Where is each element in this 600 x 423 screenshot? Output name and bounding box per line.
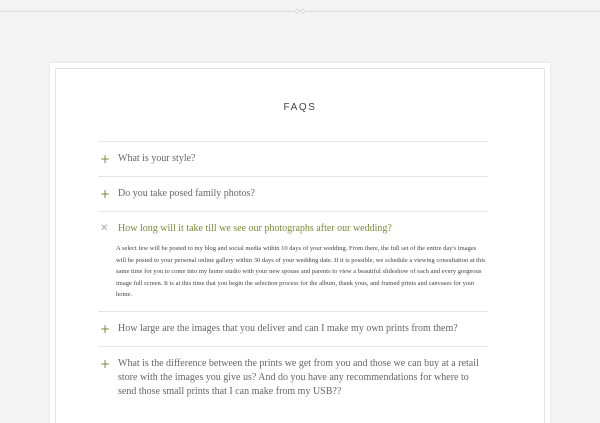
- faq-question[interactable]: How large are the images that you delive…: [118, 322, 458, 336]
- plus-icon[interactable]: +: [100, 187, 114, 201]
- faq-card: FAQS + What is your style? + Do you take…: [50, 63, 550, 423]
- faq-question-row[interactable]: ✕ How long will it take till we see our …: [98, 212, 488, 246]
- faq-question[interactable]: What is the difference between the print…: [118, 357, 488, 399]
- faq-title: FAQS: [283, 102, 317, 113]
- faq-question[interactable]: How long will it take till we see our ph…: [118, 222, 392, 236]
- faq-question-row[interactable]: + What is the difference between the pri…: [98, 347, 488, 409]
- faq-question[interactable]: Do you take posed family photos?: [118, 187, 255, 201]
- faq-item-print-difference[interactable]: + What is the difference between the pri…: [98, 345, 488, 409]
- faq-list: + What is your style? + Do you take pose…: [98, 141, 488, 409]
- faq-question-row[interactable]: + What is your style?: [98, 142, 488, 176]
- plus-icon[interactable]: +: [100, 152, 114, 166]
- faq-item-image-size[interactable]: + How large are the images that you deli…: [98, 310, 488, 346]
- plus-icon[interactable]: +: [100, 322, 114, 336]
- faq-item-posed-family[interactable]: + Do you take posed family photos?: [98, 176, 488, 211]
- faq-card-border: FAQS + What is your style? + Do you take…: [55, 68, 545, 423]
- plus-icon[interactable]: +: [100, 357, 114, 371]
- faq-question[interactable]: What is your style?: [118, 152, 195, 166]
- faq-item-style[interactable]: + What is your style?: [98, 141, 488, 176]
- diamond-ornament-icon: ◇◇: [294, 7, 306, 15]
- close-icon[interactable]: ✕: [100, 222, 114, 236]
- faq-item-delivery-time[interactable]: ✕ How long will it take till we see our …: [98, 211, 488, 311]
- faq-question-row[interactable]: + Do you take posed family photos?: [98, 177, 488, 211]
- faq-answer: A select few will be posted to my blog a…: [116, 245, 486, 298]
- faq-question-row[interactable]: + How large are the images that you deli…: [98, 312, 488, 346]
